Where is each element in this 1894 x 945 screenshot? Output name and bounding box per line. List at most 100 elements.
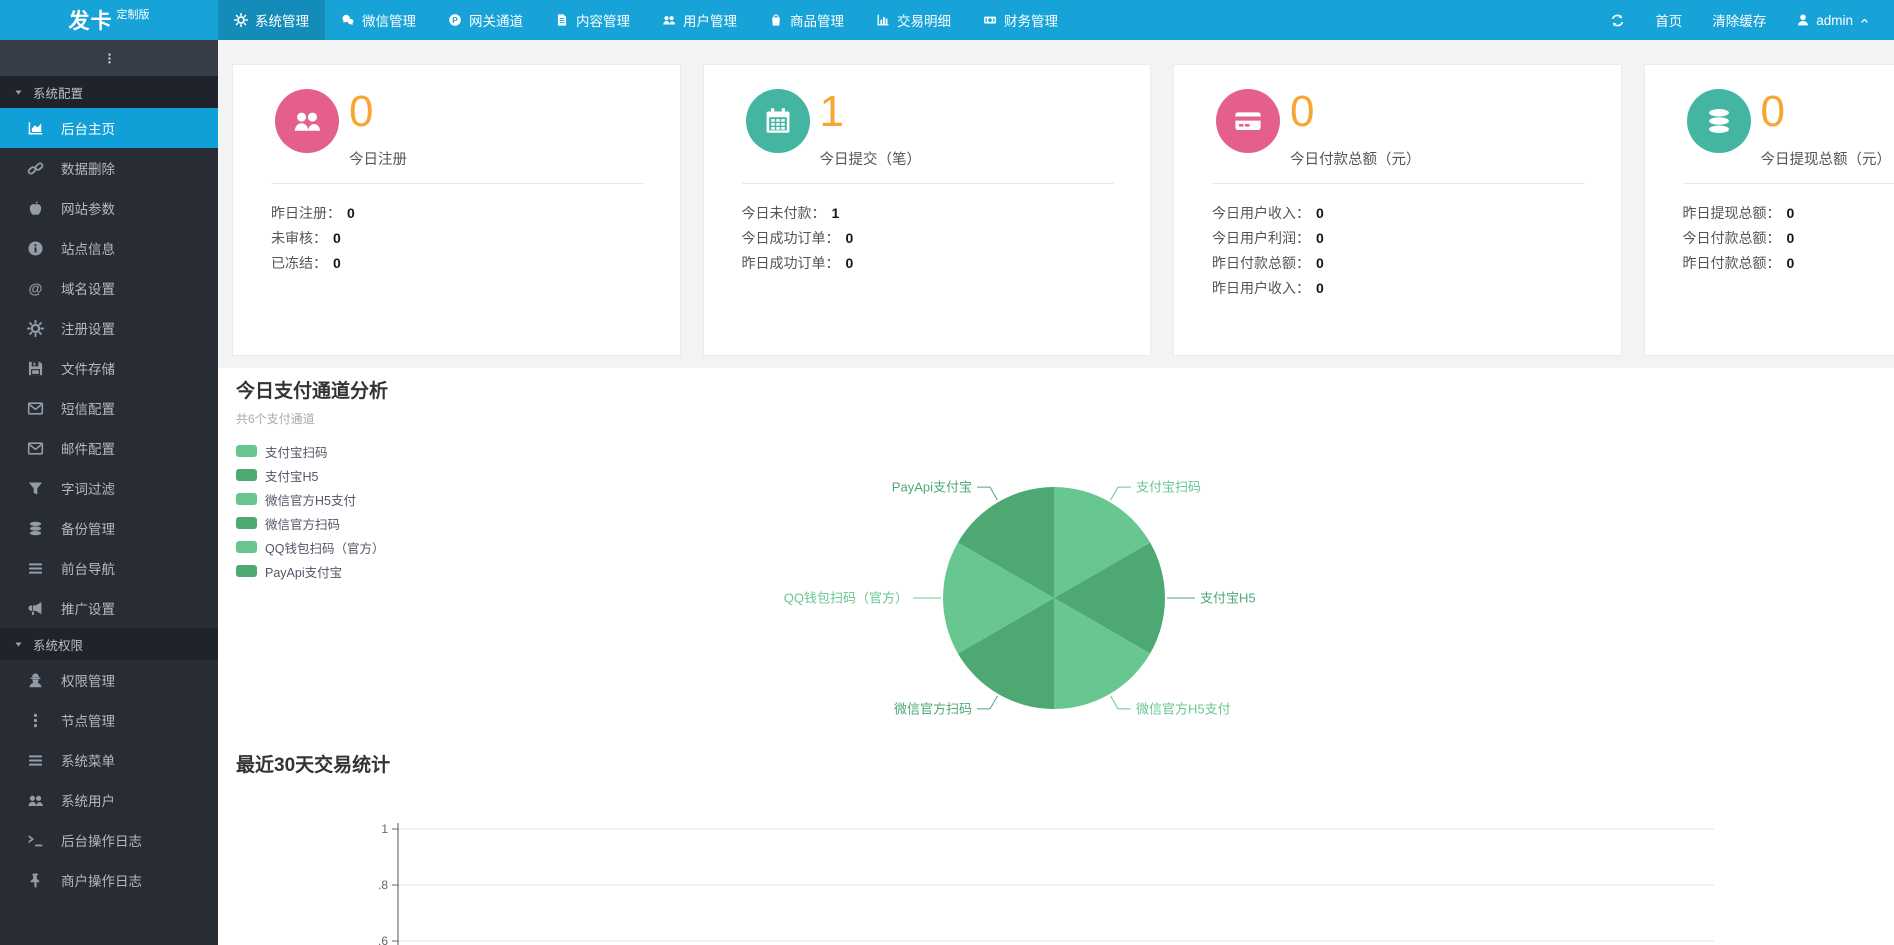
- detail-row: 今日付款总额：0: [1683, 226, 1894, 251]
- detail-row: 未审核：0: [271, 226, 680, 251]
- nav-item[interactable]: 系统管理: [218, 0, 325, 40]
- sidebar-item[interactable]: 短信配置: [0, 388, 218, 428]
- legend-swatch: [236, 517, 257, 529]
- brand-logo[interactable]: 发卡 定制版: [0, 0, 218, 40]
- sidebar-item[interactable]: 数据删除: [0, 148, 218, 188]
- legend-swatch: [236, 565, 257, 577]
- stat-card-label: 今日提交（笔）: [820, 148, 922, 169]
- sidebar-item[interactable]: 系统用户: [0, 780, 218, 820]
- y-tick-label: 0.8: [378, 878, 388, 892]
- nav-item[interactable]: 交易明细: [860, 0, 967, 40]
- sidebar-item[interactable]: 文件存储: [0, 348, 218, 388]
- nav-item[interactable]: 财务管理: [967, 0, 1074, 40]
- detail-value: 0: [1787, 205, 1795, 221]
- nav-item-label: 内容管理: [576, 10, 630, 30]
- detail-label: 昨日用户收入：: [1212, 280, 1310, 296]
- detail-value: 0: [1316, 230, 1324, 246]
- sidebar-item[interactable]: 节点管理: [0, 700, 218, 740]
- detail-label: 昨日注册：: [271, 205, 341, 221]
- sidebar-item-label: 文件存储: [61, 358, 115, 378]
- sidebar-item[interactable]: 站点信息: [0, 228, 218, 268]
- nav-item[interactable]: P 网关通道: [432, 0, 539, 40]
- sidebar-item[interactable]: 商户操作日志: [0, 860, 218, 900]
- list-icon: [27, 560, 44, 577]
- sidebar-item-label: 商户操作日志: [61, 870, 142, 890]
- home-link[interactable]: 首页: [1655, 10, 1682, 30]
- stat-card-details: 今日用户收入：0今日用户利润：0昨日付款总额：0昨日用户收入：0: [1174, 184, 1621, 301]
- nav-item-label: 系统管理: [255, 10, 309, 30]
- pie-label: PayApi支付宝: [892, 480, 972, 495]
- nav-item[interactable]: 微信管理: [325, 0, 432, 40]
- pie-label: QQ钱包扫码（官方）: [784, 591, 908, 606]
- sidebar-group-header[interactable]: 系统配置: [0, 76, 218, 108]
- detail-value: 0: [333, 255, 341, 271]
- detail-row: 今日用户收入：0: [1212, 201, 1621, 226]
- sidebar-item[interactable]: @域名设置: [0, 268, 218, 308]
- detail-value: 0: [1316, 205, 1324, 221]
- sidebar-group-header[interactable]: 系统权限: [0, 628, 218, 660]
- user-icon: [1796, 13, 1810, 27]
- stat-card-label: 今日付款总额（元）: [1290, 148, 1421, 169]
- sidebar-item[interactable]: 前台导航: [0, 548, 218, 588]
- sidebar-item[interactable]: 权限管理: [0, 660, 218, 700]
- legend-label: 微信官方扫码: [265, 514, 340, 533]
- terminal-icon: [27, 832, 44, 849]
- nav-item-label: 网关通道: [469, 10, 523, 30]
- circle-p-icon: P: [448, 13, 462, 27]
- sidebar-item[interactable]: 推广设置: [0, 588, 218, 628]
- detail-label: 昨日付款总额：: [1212, 255, 1310, 271]
- pie-section-subtitle: 共6个支付通道: [236, 410, 1894, 427]
- y-tick-label: 0.6: [378, 934, 388, 945]
- detail-row: 今日成功订单：0: [742, 226, 1151, 251]
- nav-item[interactable]: 用户管理: [646, 0, 753, 40]
- sidebar-item[interactable]: 字词过滤: [0, 468, 218, 508]
- detail-value: 0: [333, 230, 341, 246]
- detail-row: 昨日成功订单：0: [742, 251, 1151, 276]
- chevron-up-icon: [1859, 15, 1870, 26]
- detail-label: 昨日付款总额：: [1683, 255, 1781, 271]
- legend-label: 支付宝H5: [265, 466, 318, 485]
- info-circle-icon: [27, 240, 44, 257]
- money-icon: [983, 13, 997, 27]
- sidebar-item[interactable]: 后台主页: [0, 108, 218, 148]
- database-icon: [27, 520, 44, 537]
- legend-label: 支付宝扫码: [265, 442, 328, 461]
- user-menu[interactable]: admin: [1796, 13, 1870, 28]
- apple-icon: [27, 200, 44, 217]
- pie-label: 微信官方H5支付: [1136, 701, 1231, 716]
- sidebar-item[interactable]: 系统菜单: [0, 740, 218, 780]
- sidebar-item-label: 系统用户: [61, 790, 115, 810]
- detail-label: 昨日成功订单：: [742, 255, 840, 271]
- sidebar-item[interactable]: 邮件配置: [0, 428, 218, 468]
- envelope-icon: [27, 400, 44, 417]
- stat-card-value: 0: [1290, 89, 1421, 135]
- sidebar-item-label: 后台主页: [61, 118, 115, 138]
- sidebar-item[interactable]: 后台操作日志: [0, 820, 218, 860]
- refresh-icon[interactable]: [1610, 13, 1625, 28]
- detail-row: 已冻结：0: [271, 251, 680, 276]
- sidebar-item-label: 后台操作日志: [61, 830, 142, 850]
- sidebar: 系统配置后台主页数据删除网站参数站点信息@域名设置注册设置文件存储短信配置邮件配…: [0, 40, 218, 945]
- brand-name: 发卡: [69, 5, 113, 35]
- legend-label: QQ钱包扫码（官方）: [265, 538, 384, 557]
- at-sign-icon: @: [27, 280, 44, 297]
- stat-card-icon-circle: [275, 89, 339, 153]
- detail-row: 昨日用户收入：0: [1212, 276, 1621, 301]
- detail-row: 今日未付款：1: [742, 201, 1151, 226]
- nav-item[interactable]: 商品管理: [753, 0, 860, 40]
- sidebar-item-label: 短信配置: [61, 398, 115, 418]
- sidebar-item-label: 前台导航: [61, 558, 115, 578]
- sidebar-item[interactable]: 注册设置: [0, 308, 218, 348]
- sidebar-body: 系统配置后台主页数据删除网站参数站点信息@域名设置注册设置文件存储短信配置邮件配…: [0, 76, 218, 900]
- nav-item[interactable]: 内容管理: [539, 0, 646, 40]
- sidebar-item[interactable]: 备份管理: [0, 508, 218, 548]
- users-icon: [662, 13, 676, 27]
- sidebar-item[interactable]: 网站参数: [0, 188, 218, 228]
- clear-cache-link[interactable]: 清除缓存: [1712, 10, 1766, 30]
- envelope-icon: [27, 440, 44, 457]
- svg-text:P: P: [452, 15, 458, 25]
- nav-item-label: 用户管理: [683, 10, 737, 30]
- link-icon: [27, 160, 44, 177]
- sidebar-toggle[interactable]: [0, 40, 218, 76]
- pie-label: 支付宝H5: [1200, 591, 1256, 606]
